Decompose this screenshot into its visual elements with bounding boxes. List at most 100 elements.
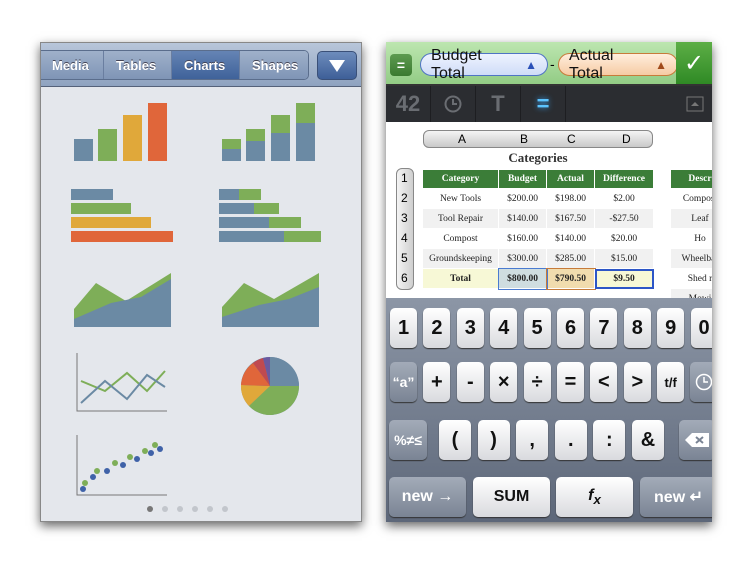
sum-key[interactable]: SUM — [473, 477, 550, 517]
key-operator[interactable]: t/f — [657, 362, 685, 402]
triangle-up-icon[interactable]: ▲ — [655, 58, 667, 72]
tab-media[interactable]: Media — [41, 51, 104, 79]
new-column-key[interactable]: new → — [389, 477, 466, 517]
scatter-chart-thumbnail[interactable] — [75, 433, 170, 498]
cell[interactable]: New Tools — [422, 188, 499, 209]
formula-keyboard-button[interactable]: = — [521, 86, 566, 122]
function-key[interactable]: fx — [556, 477, 633, 517]
tab-tables[interactable]: Tables — [104, 51, 172, 79]
cell[interactable]: Compost — [670, 188, 712, 209]
delete-key[interactable] — [679, 420, 712, 460]
key-digit[interactable]: 5 — [523, 308, 551, 348]
cell[interactable]: Groundskeeping — [422, 248, 499, 269]
key-digit[interactable]: 7 — [590, 308, 618, 348]
header-cell[interactable]: Difference — [594, 169, 654, 189]
column-header[interactable]: B — [520, 132, 528, 146]
key-operator[interactable]: = — [557, 362, 584, 402]
header-cell[interactable]: Descr — [670, 169, 712, 189]
cell[interactable]: Wheelbar — [670, 248, 712, 269]
row-header-bar[interactable]: 1 2 3 4 5 6 — [396, 168, 414, 290]
header-cell[interactable]: Actual — [546, 169, 595, 189]
key-symbol[interactable]: . — [554, 420, 587, 460]
cell[interactable]: $20.00 — [594, 228, 654, 249]
key-digit[interactable]: 8 — [623, 308, 651, 348]
cell[interactable]: Tool Repair — [422, 208, 499, 229]
cell[interactable]: $140.00 — [546, 228, 595, 249]
page-indicator[interactable] — [147, 506, 228, 512]
cell[interactable]: -$27.50 — [594, 208, 654, 229]
cell[interactable]: $15.00 — [594, 248, 654, 269]
key-digit[interactable]: 9 — [657, 308, 685, 348]
pie-chart-thumbnail[interactable] — [239, 355, 301, 417]
column-header[interactable]: A — [458, 132, 466, 146]
cell[interactable]: $167.50 — [546, 208, 595, 229]
line-chart-thumbnail[interactable] — [75, 351, 170, 416]
row-header[interactable]: 1 — [401, 171, 408, 185]
row-header[interactable]: 3 — [401, 211, 408, 225]
cell[interactable]: $160.00 — [498, 228, 547, 249]
date-keyboard-button[interactable] — [431, 86, 476, 122]
row-header[interactable]: 5 — [401, 251, 408, 265]
page-dot[interactable] — [162, 506, 168, 512]
key-symbol[interactable]: , — [516, 420, 549, 460]
triangle-up-icon[interactable]: ▲ — [525, 58, 537, 72]
budget-total-token[interactable]: Budget Total ▲ — [420, 47, 548, 82]
header-cell[interactable]: Category — [422, 169, 499, 189]
key-operator[interactable]: ÷ — [523, 362, 551, 402]
key-operator[interactable]: - — [456, 362, 484, 402]
page-dot[interactable] — [177, 506, 183, 512]
key-operator[interactable]: < — [590, 362, 618, 402]
key-digit[interactable]: 6 — [557, 308, 584, 348]
key-operator[interactable]: “a” — [390, 362, 417, 402]
bar-chart-thumbnail[interactable] — [71, 187, 176, 247]
cell[interactable]: $300.00 — [498, 248, 547, 269]
actual-total-cell[interactable]: $790.50 — [545, 267, 596, 290]
cell[interactable]: Shed r — [670, 268, 712, 289]
column-header[interactable]: C — [567, 132, 576, 146]
cell[interactable]: Ho — [670, 228, 712, 249]
hide-keyboard-button[interactable] — [682, 86, 708, 122]
page-dot[interactable] — [192, 506, 198, 512]
header-cell[interactable]: Budget — [498, 169, 547, 189]
key-digit[interactable]: 1 — [390, 308, 417, 348]
accept-button[interactable]: ✓ — [676, 42, 712, 84]
difference-total-cell[interactable]: $9.50 — [594, 268, 654, 289]
cell[interactable]: $285.00 — [546, 248, 595, 269]
key-operator[interactable]: + — [423, 362, 451, 402]
key-digit[interactable]: 3 — [456, 308, 484, 348]
row-header[interactable]: 2 — [401, 191, 408, 205]
cell[interactable]: Total — [422, 268, 499, 289]
tab-shapes[interactable]: Shapes — [240, 51, 308, 79]
page-dot[interactable] — [147, 506, 153, 512]
key-symbol[interactable]: ) — [477, 420, 510, 460]
row-header[interactable]: 6 — [401, 271, 408, 285]
key-comparison[interactable]: %≠≤ — [389, 420, 427, 460]
key-symbol[interactable]: : — [593, 420, 626, 460]
cell[interactable]: $198.00 — [546, 188, 595, 209]
page-dot[interactable] — [222, 506, 228, 512]
row-header[interactable]: 4 — [401, 231, 408, 245]
cell[interactable]: Compost — [422, 228, 499, 249]
key-digit[interactable]: 0 — [690, 308, 712, 348]
formula-equals-button[interactable]: = — [390, 54, 412, 76]
stacked-column-chart-thumbnail[interactable] — [219, 101, 324, 166]
cell[interactable]: $2.00 — [594, 188, 654, 209]
key-digit[interactable]: 4 — [490, 308, 518, 348]
text-keyboard-button[interactable]: T — [476, 86, 521, 122]
stacked-bar-chart-thumbnail[interactable] — [219, 187, 324, 247]
column-header-bar[interactable]: A B C D — [423, 130, 653, 148]
column-header[interactable]: D — [622, 132, 631, 146]
number-keyboard-button[interactable]: 42 — [386, 86, 431, 122]
key-symbol[interactable]: ( — [439, 420, 471, 460]
new-row-key[interactable]: new ↵ — [640, 477, 712, 517]
page-dot[interactable] — [207, 506, 213, 512]
tab-charts[interactable]: Charts — [172, 51, 240, 79]
cell[interactable]: Leaf — [670, 208, 712, 229]
key-digit[interactable]: 2 — [423, 308, 451, 348]
cell[interactable]: $140.00 — [498, 208, 547, 229]
budget-total-cell[interactable]: $800.00 — [497, 267, 548, 290]
key-symbol[interactable]: & — [632, 420, 664, 460]
area-chart-thumbnail[interactable] — [71, 269, 176, 329]
actual-total-token[interactable]: Actual Total ▲ — [558, 47, 678, 82]
stacked-area-chart-thumbnail[interactable] — [219, 269, 324, 329]
